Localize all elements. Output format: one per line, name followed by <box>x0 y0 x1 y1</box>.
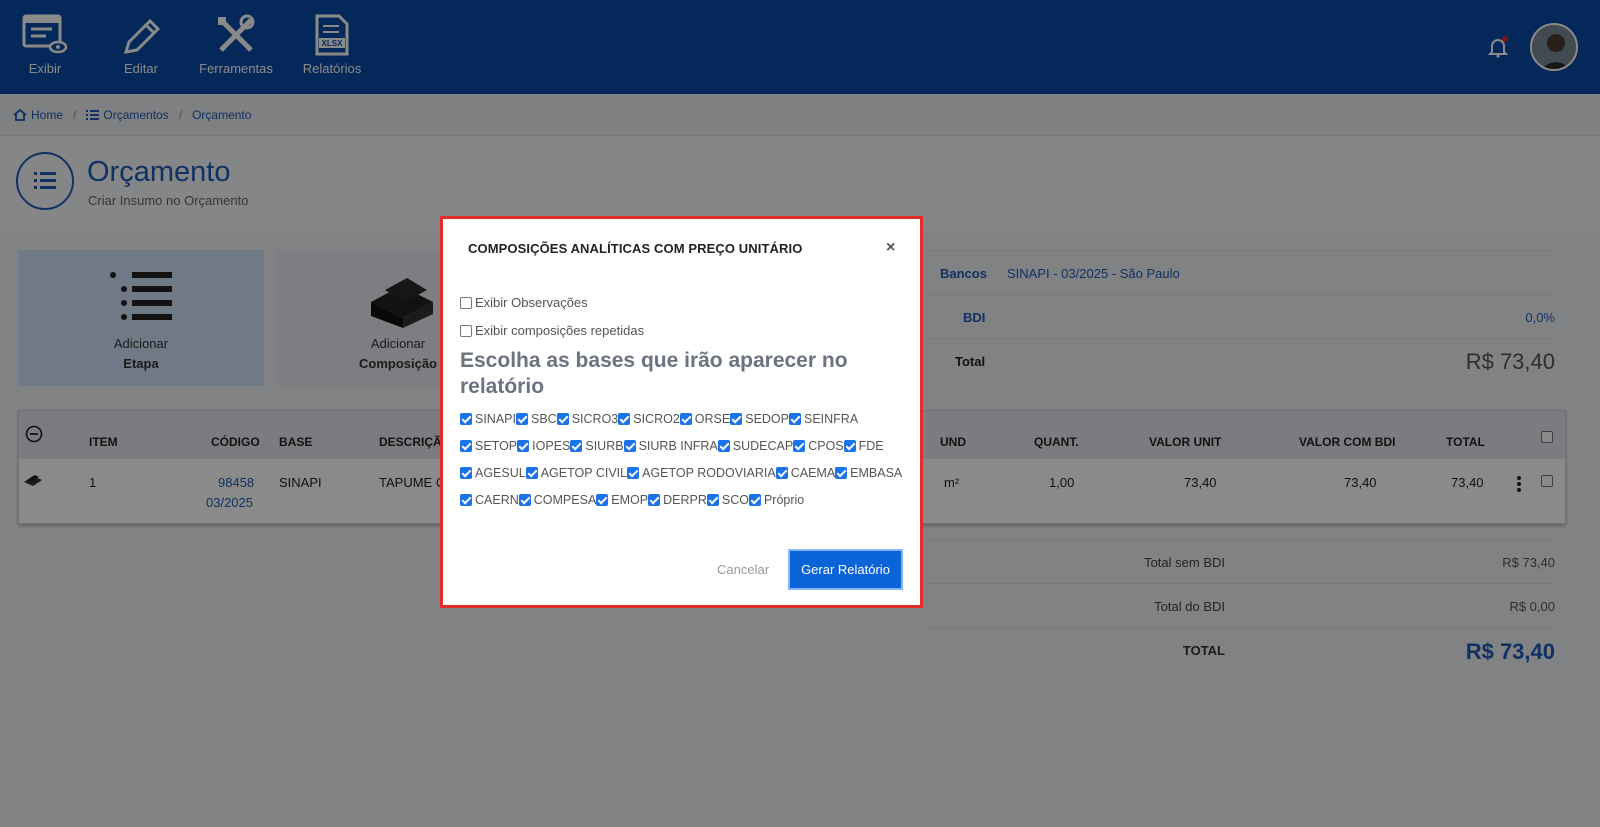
base-label: SETOP <box>475 438 518 453</box>
base-checkbox[interactable] <box>618 412 631 425</box>
base-option-setop[interactable]: SETOP <box>460 439 517 453</box>
exibir-repetidas-option[interactable]: Exibir composições repetidas <box>460 323 644 338</box>
base-option-caema[interactable]: CAEMA <box>775 465 836 480</box>
base-label: FDE <box>858 438 884 453</box>
bases-row: AGESUL AGETOP CIVIL AGETOP RODOVIARIA CAEMA… <box>460 459 910 486</box>
base-label: AGETOP RODOVIARIA <box>642 465 776 480</box>
base-option-caern[interactable]: CAERN <box>460 493 519 507</box>
base-option-sbc[interactable]: SBC <box>516 412 557 426</box>
base-checkbox[interactable] <box>843 439 856 452</box>
base-label: SICRO3 <box>571 411 619 426</box>
base-label: DERPR <box>663 492 707 507</box>
base-option-cpos[interactable]: CPOS <box>793 438 844 453</box>
base-label: CAERN <box>475 492 519 507</box>
base-label: SCO <box>721 492 749 507</box>
report-modal: COMPOSIÇÕES ANALÍTICAS COM PREÇO UNITÁRI… <box>440 216 923 608</box>
base-option-embasa[interactable]: EMBASA <box>835 466 902 480</box>
base-checkbox[interactable] <box>717 439 730 452</box>
base-label: AGETOP CIVIL <box>540 465 628 480</box>
base-option-agetop-civil[interactable]: AGETOP CIVIL <box>525 465 628 480</box>
base-label: SUDECAP <box>732 438 794 453</box>
exibir-observacoes-option[interactable]: Exibir Observações <box>460 295 588 310</box>
option-label: Exibir composições repetidas <box>475 323 645 338</box>
base-checkbox[interactable] <box>517 439 530 452</box>
exibir-repetidas-checkbox[interactable] <box>460 324 472 337</box>
base-label: SINAPI <box>475 411 516 426</box>
base-option-derpr[interactable]: DERPR <box>648 493 707 507</box>
base-checkbox[interactable] <box>706 493 719 506</box>
exibir-observacoes-checkbox[interactable] <box>460 296 472 309</box>
bases-row: CAERN COMPESA EMOP DERPR SCO Próprio <box>460 486 910 513</box>
base-label: AGESUL <box>475 465 526 480</box>
base-option-seinfra[interactable]: SEINFRA <box>789 412 858 426</box>
base-checkbox[interactable] <box>460 412 472 425</box>
base-option-iopes[interactable]: IOPES <box>517 439 570 453</box>
base-option-orse[interactable]: ORSE <box>679 411 731 426</box>
base-option-sicro3[interactable]: SICRO3 <box>556 411 619 426</box>
close-icon[interactable]: × <box>886 239 895 257</box>
base-checkbox[interactable] <box>623 439 636 452</box>
base-label: IOPES <box>532 438 571 453</box>
modal-title: COMPOSIÇÕES ANALÍTICAS COM PREÇO UNITÁRI… <box>468 241 803 256</box>
base-label: EMBASA <box>850 465 903 480</box>
base-option-pr-prio[interactable]: Próprio <box>748 492 805 507</box>
base-option-compesa[interactable]: COMPESA <box>518 492 597 507</box>
base-checkbox[interactable] <box>789 412 801 425</box>
base-checkbox[interactable] <box>748 493 761 506</box>
base-label: EMOP <box>611 492 649 507</box>
base-option-sicro2[interactable]: SICRO2 <box>618 412 680 426</box>
base-option-sco[interactable]: SCO <box>706 492 749 507</box>
base-label: SIURB <box>585 438 624 453</box>
base-option-sudecap[interactable]: SUDECAP <box>717 438 794 453</box>
bases-row: SINAPI SBC SICRO3 SICRO2 ORSE SEDOP SEINFRA <box>460 405 910 432</box>
base-label: SEDOP <box>745 411 789 426</box>
base-checkbox[interactable] <box>525 466 538 479</box>
base-label: ORSE <box>694 411 731 426</box>
bases-row: SETOP IOPES SIURB SIURB INFRA SUDECAP CPOS FDE <box>460 432 910 459</box>
gerar-relatorio-button[interactable]: Gerar Relatório <box>788 549 903 590</box>
base-checkbox[interactable] <box>793 439 806 452</box>
base-option-siurb[interactable]: SIURB <box>570 438 624 453</box>
base-label: SIURB INFRA <box>638 438 718 453</box>
base-option-sinapi[interactable]: SINAPI <box>460 412 516 426</box>
base-checkbox[interactable] <box>460 439 472 452</box>
base-checkbox[interactable] <box>460 466 472 479</box>
base-option-agetop-rodoviaria[interactable]: AGETOP RODOVIARIA <box>627 466 776 480</box>
bases-heading: Escolha as bases que irão aparecer no re… <box>460 349 848 398</box>
base-label: CAEMA <box>790 465 836 480</box>
base-option-fde[interactable]: FDE <box>843 438 884 453</box>
base-checkbox[interactable] <box>570 439 583 452</box>
base-checkbox[interactable] <box>679 412 692 425</box>
base-label: COMPESA <box>533 492 597 507</box>
base-checkbox[interactable] <box>730 412 743 425</box>
base-label: SBC <box>531 411 557 426</box>
base-label: SEINFRA <box>804 411 859 426</box>
base-option-emop[interactable]: EMOP <box>596 493 648 507</box>
cancel-button[interactable]: Cancelar <box>717 562 769 577</box>
option-label: Exibir Observações <box>475 295 588 310</box>
base-checkbox[interactable] <box>596 493 609 506</box>
base-checkbox[interactable] <box>775 466 788 479</box>
base-checkbox[interactable] <box>556 412 569 425</box>
base-option-sedop[interactable]: SEDOP <box>730 412 789 426</box>
base-checkbox[interactable] <box>460 493 472 506</box>
base-label: Próprio <box>763 492 805 507</box>
base-option-siurb-infra[interactable]: SIURB INFRA <box>623 438 718 453</box>
base-checkbox[interactable] <box>648 493 661 506</box>
base-label: SICRO2 <box>633 411 680 426</box>
base-checkbox[interactable] <box>627 466 640 479</box>
base-label: CPOS <box>808 438 844 453</box>
base-checkbox[interactable] <box>516 412 528 425</box>
base-checkbox[interactable] <box>518 493 531 506</box>
bases-checkbox-group: SINAPI SBC SICRO3 SICRO2 ORSE SEDOP SEINFRA SET… <box>460 405 910 513</box>
base-checkbox[interactable] <box>835 466 848 479</box>
base-option-agesul[interactable]: AGESUL <box>460 466 526 480</box>
